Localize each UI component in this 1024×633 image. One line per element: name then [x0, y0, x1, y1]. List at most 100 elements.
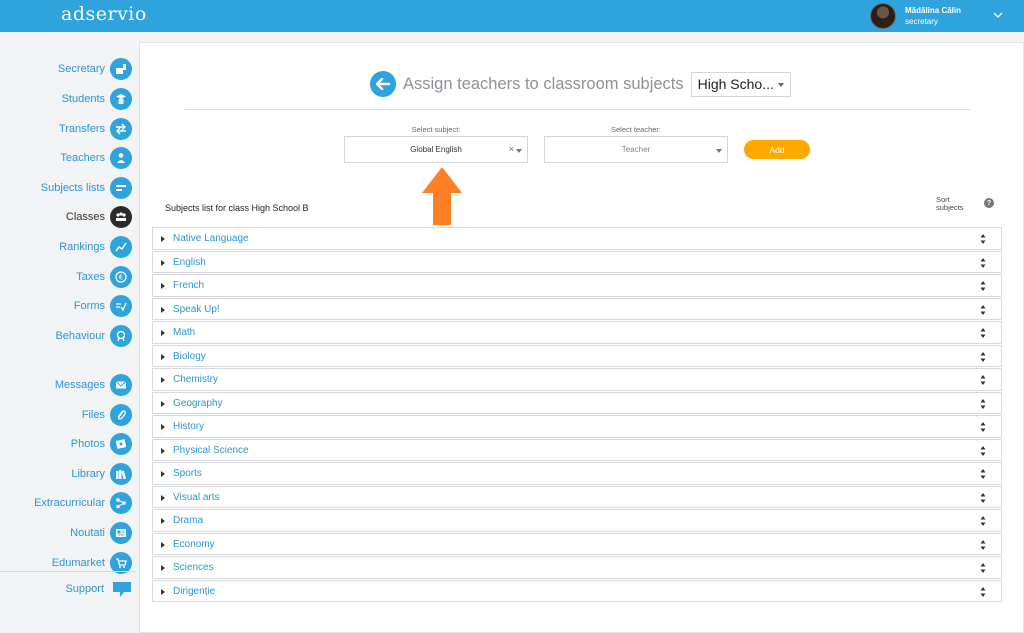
- paperclip-icon: [110, 404, 132, 426]
- caret-right-icon[interactable]: [161, 236, 165, 242]
- sort-handle-icon[interactable]: [980, 539, 986, 551]
- user-name: Mădălina Călin: [905, 6, 962, 15]
- subject-name: Economy: [173, 538, 215, 550]
- sort-handle-icon[interactable]: [980, 445, 986, 457]
- award-icon: [110, 325, 132, 347]
- subject-row[interactable]: French: [152, 274, 1002, 297]
- secretary-icon: [110, 58, 132, 80]
- subject-row[interactable]: Biology: [152, 344, 1002, 367]
- sidebar-item-teachers[interactable]: Teachers: [0, 145, 132, 171]
- sidebar-item-noutati[interactable]: Noutati: [0, 520, 132, 546]
- user-menu[interactable]: Mădălina Călin secretary: [870, 2, 961, 30]
- sidebar-item-edumarket[interactable]: Edumarket: [0, 550, 132, 576]
- page-title: Assign teachers to classroom subjects: [403, 74, 684, 93]
- caret-right-icon[interactable]: [161, 377, 165, 383]
- subject-row[interactable]: Visual arts: [152, 485, 1002, 508]
- sidebar-item-label: Rankings: [59, 241, 105, 253]
- caret-right-icon[interactable]: [161, 471, 165, 477]
- caret-right-icon[interactable]: [161, 424, 165, 430]
- sort-handle-icon[interactable]: [980, 304, 986, 316]
- svg-text:€: €: [119, 274, 123, 282]
- add-button[interactable]: Add: [744, 140, 810, 159]
- subject-row[interactable]: Drama: [152, 509, 1002, 532]
- subject-name: English: [173, 256, 206, 268]
- subject-name: Visual arts: [173, 491, 220, 503]
- help-icon[interactable]: ?: [984, 198, 994, 208]
- arrow-up-icon: [422, 167, 462, 225]
- sort-subjects-button[interactable]: Sort subjects: [936, 196, 964, 212]
- envelope-icon: [110, 374, 132, 396]
- subject-row[interactable]: Math: [152, 321, 1002, 344]
- subject-row[interactable]: English: [152, 250, 1002, 273]
- caret-right-icon[interactable]: [161, 353, 165, 360]
- sidebar-item-extracurricular[interactable]: Extracurricular: [0, 490, 132, 516]
- sort-handle-icon[interactable]: [980, 562, 986, 574]
- subject-name: Biology: [173, 350, 206, 362]
- clear-icon[interactable]: ×: [509, 144, 514, 154]
- sidebar-item-behaviour[interactable]: Behaviour: [0, 323, 132, 349]
- caret-right-icon[interactable]: [161, 541, 165, 548]
- subject-row[interactable]: Economy: [152, 532, 1002, 555]
- sort-handle-icon[interactable]: [980, 468, 986, 480]
- sidebar-item-classes[interactable]: Classes: [0, 204, 132, 230]
- caret-right-icon[interactable]: [161, 494, 165, 501]
- sidebar-item-label: Students: [61, 93, 105, 105]
- back-button[interactable]: [370, 71, 396, 97]
- sort-handle-icon[interactable]: [980, 351, 986, 363]
- form-check-icon: [110, 295, 132, 317]
- sort-handle-icon[interactable]: [980, 327, 986, 339]
- sort-handle-icon[interactable]: [980, 257, 986, 269]
- subject-row[interactable]: Dirigenție: [152, 579, 1002, 602]
- chevron-down-icon[interactable]: [992, 9, 1004, 21]
- caret-right-icon[interactable]: [161, 447, 165, 454]
- books-icon: [110, 463, 132, 485]
- caret-right-icon[interactable]: [161, 259, 165, 266]
- caret-right-icon[interactable]: [161, 400, 165, 407]
- sidebar-item-label: Transfers: [58, 123, 105, 135]
- subject-row[interactable]: Sciences: [152, 556, 1002, 579]
- teacher-select[interactable]: Teacher: [544, 136, 728, 163]
- subject-row[interactable]: Sports: [152, 462, 1002, 485]
- title-row: Assign teachers to classroom subjects Hi…: [370, 71, 791, 97]
- main-panel: Assign teachers to classroom subjects Hi…: [139, 42, 1024, 633]
- sidebar-item-files[interactable]: Files: [0, 402, 132, 428]
- sidebar-item-rankings[interactable]: Rankings: [0, 234, 132, 260]
- subject-row[interactable]: Chemistry: [152, 368, 1002, 391]
- sort-handle-icon[interactable]: [980, 398, 986, 410]
- subject-row[interactable]: Speak Up!: [152, 297, 1002, 320]
- sidebar-item-messages[interactable]: Messages: [0, 372, 132, 398]
- sort-handle-icon[interactable]: [980, 492, 986, 504]
- sidebar-item-label: Edumarket: [51, 557, 105, 569]
- caret-down-icon: [716, 149, 722, 153]
- caret-right-icon[interactable]: [161, 588, 165, 595]
- sidebar-item-subjects-lists[interactable]: Subjects lists: [0, 175, 132, 201]
- sidebar-item-students[interactable]: Students: [0, 86, 132, 112]
- sidebar-item-library[interactable]: Library: [0, 461, 132, 487]
- sidebar-item-transfers[interactable]: Transfers: [0, 116, 132, 142]
- sort-handle-icon[interactable]: [980, 280, 986, 292]
- sidebar-item-secretary[interactable]: Secretary: [0, 56, 132, 82]
- sort-handle-icon[interactable]: [980, 374, 986, 386]
- sidebar-item-taxes[interactable]: Taxes €: [0, 264, 132, 290]
- caret-right-icon[interactable]: [161, 306, 165, 313]
- caret-right-icon[interactable]: [161, 565, 165, 571]
- sort-handle-icon[interactable]: [980, 421, 986, 433]
- class-select[interactable]: High Scho...: [690, 71, 791, 97]
- teacher-label: Select teacher:: [610, 125, 662, 134]
- subject-row[interactable]: History: [152, 415, 1002, 438]
- sort-handle-icon[interactable]: [980, 515, 986, 527]
- subject-row[interactable]: Geography: [152, 391, 1002, 414]
- subject-row[interactable]: Native Language: [152, 227, 1002, 250]
- sidebar-item-support[interactable]: Support: [0, 578, 132, 600]
- sidebar-item-photos[interactable]: Photos: [0, 431, 132, 457]
- sidebar-item-label: Subjects lists: [40, 182, 105, 194]
- subject-row[interactable]: Physical Science: [152, 438, 1002, 461]
- subject-select[interactable]: Global English ×: [344, 136, 528, 163]
- sort-handle-icon[interactable]: [980, 233, 986, 245]
- sidebar-item-forms[interactable]: Forms: [0, 293, 132, 319]
- app-logo[interactable]: adservio: [61, 3, 147, 25]
- caret-right-icon[interactable]: [161, 518, 165, 524]
- caret-right-icon[interactable]: [161, 330, 165, 336]
- caret-right-icon[interactable]: [161, 283, 165, 289]
- sort-handle-icon[interactable]: [980, 586, 986, 598]
